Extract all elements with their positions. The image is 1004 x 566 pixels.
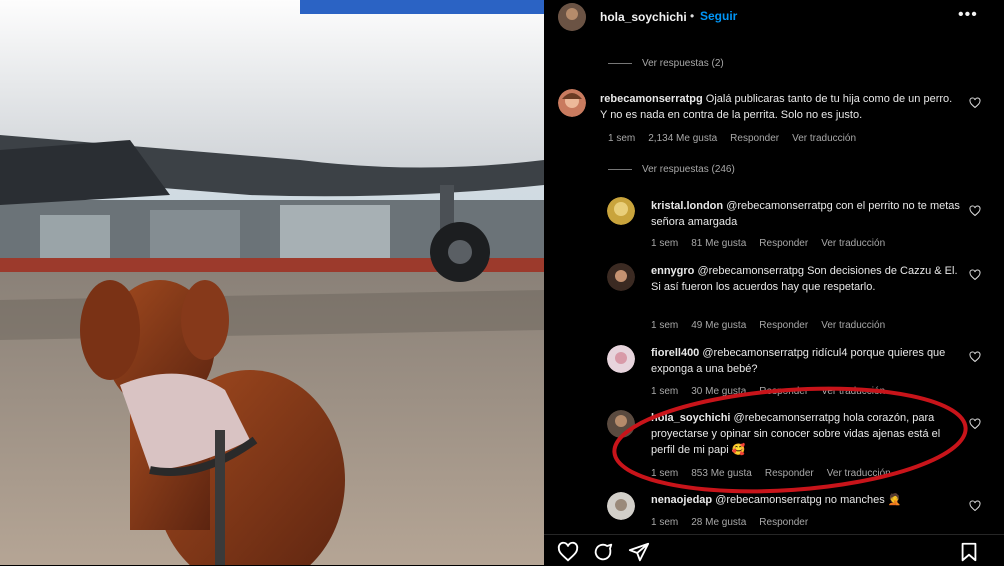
comment-likes[interactable]: 81 Me gusta <box>691 238 746 249</box>
avatar[interactable] <box>607 492 635 520</box>
avatar[interactable] <box>607 263 635 291</box>
comment-time: 1 sem <box>651 238 679 249</box>
comment-likes[interactable]: 49 Me gusta <box>691 320 746 331</box>
avatar[interactable] <box>607 197 635 225</box>
comment-meta: 1 sem 28 Me gusta Responder <box>651 517 821 528</box>
avatar[interactable] <box>607 345 635 373</box>
translate-button[interactable]: Ver traducción <box>792 133 856 144</box>
more-dots-icon[interactable]: ••• <box>958 6 978 24</box>
comment-time: 1 sem <box>651 517 679 528</box>
post-header: hola_soychichi • Seguir ••• <box>544 0 1004 34</box>
comment-body: @rebecamonserratpg no manches 🤦 <box>715 494 902 506</box>
reply-button[interactable]: Responder <box>730 133 779 144</box>
comment-meta: 1 sem 81 Me gusta Responder Ver traducción <box>651 238 898 249</box>
comment-likes[interactable]: 28 Me gusta <box>691 517 746 528</box>
comment-username[interactable]: fiorell400 <box>651 347 699 359</box>
like-heart-icon[interactable] <box>969 500 981 512</box>
header-separator: • <box>690 9 695 23</box>
comment-icon[interactable] <box>592 541 614 563</box>
view-replies-label: Ver respuestas (246) <box>642 164 735 175</box>
reply-button[interactable]: Responder <box>759 238 808 249</box>
comment-time: 1 sem <box>608 133 636 144</box>
bookmark-icon[interactable] <box>958 541 980 563</box>
heart-icon[interactable] <box>557 541 579 563</box>
divider <box>608 62 632 64</box>
comment-likes[interactable]: 2,134 Me gusta <box>648 133 717 144</box>
comment-username[interactable]: ennygro <box>651 265 694 277</box>
divider <box>608 168 632 170</box>
comment-username[interactable]: kristal.london <box>651 200 723 212</box>
like-heart-icon[interactable] <box>969 269 981 281</box>
post-username[interactable]: hola_soychichi <box>600 10 687 24</box>
comment-time: 1 sem <box>651 320 679 331</box>
post-actions-bar <box>544 534 1004 566</box>
translate-button[interactable]: Ver traducción <box>821 320 885 331</box>
reply-text: ennygro @rebecamonserratpg Son decisione… <box>651 263 961 295</box>
comment-text: rebecamonserratpg Ojalá publicaras tanto… <box>600 91 955 123</box>
comments-panel: hola_soychichi • Seguir ••• Ver respuest… <box>544 0 1004 565</box>
reply-text: nenaojedap @rebecamonserratpg no manches… <box>651 492 961 508</box>
comment-meta: 1 sem 49 Me gusta Responder Ver traducción <box>651 320 898 331</box>
highlight-circle <box>612 386 968 494</box>
avatar[interactable] <box>558 89 586 117</box>
post-photo-illustration <box>0 0 544 565</box>
reply-text: fiorell400 @rebecamonserratpg ridícul4 p… <box>651 345 961 377</box>
view-replies-label: Ver respuestas (2) <box>642 58 724 69</box>
comment-username[interactable]: rebecamonserratpg <box>600 93 703 105</box>
reply-button[interactable]: Responder <box>759 320 808 331</box>
avatar[interactable] <box>558 3 586 31</box>
follow-button[interactable]: Seguir <box>700 9 737 23</box>
reply-text: kristal.london @rebecamonserratpg con el… <box>651 198 961 230</box>
view-replies-toggle[interactable]: Ver respuestas (246) <box>608 164 735 175</box>
reply-button[interactable]: Responder <box>759 517 808 528</box>
comment-meta: 1 sem 2,134 Me gusta Responder Ver traducci… <box>608 133 869 144</box>
translate-button[interactable]: Ver traducción <box>821 238 885 249</box>
post-image <box>0 0 544 565</box>
share-icon[interactable] <box>628 541 650 563</box>
like-heart-icon[interactable] <box>969 205 981 217</box>
view-replies-toggle[interactable]: Ver respuestas (2) <box>608 58 724 69</box>
like-heart-icon[interactable] <box>969 351 981 363</box>
comment-username[interactable]: nenaojedap <box>651 494 712 506</box>
comment-body: @rebecamonserratpg Son decisiones de Caz… <box>651 265 958 293</box>
like-heart-icon[interactable] <box>969 97 981 109</box>
